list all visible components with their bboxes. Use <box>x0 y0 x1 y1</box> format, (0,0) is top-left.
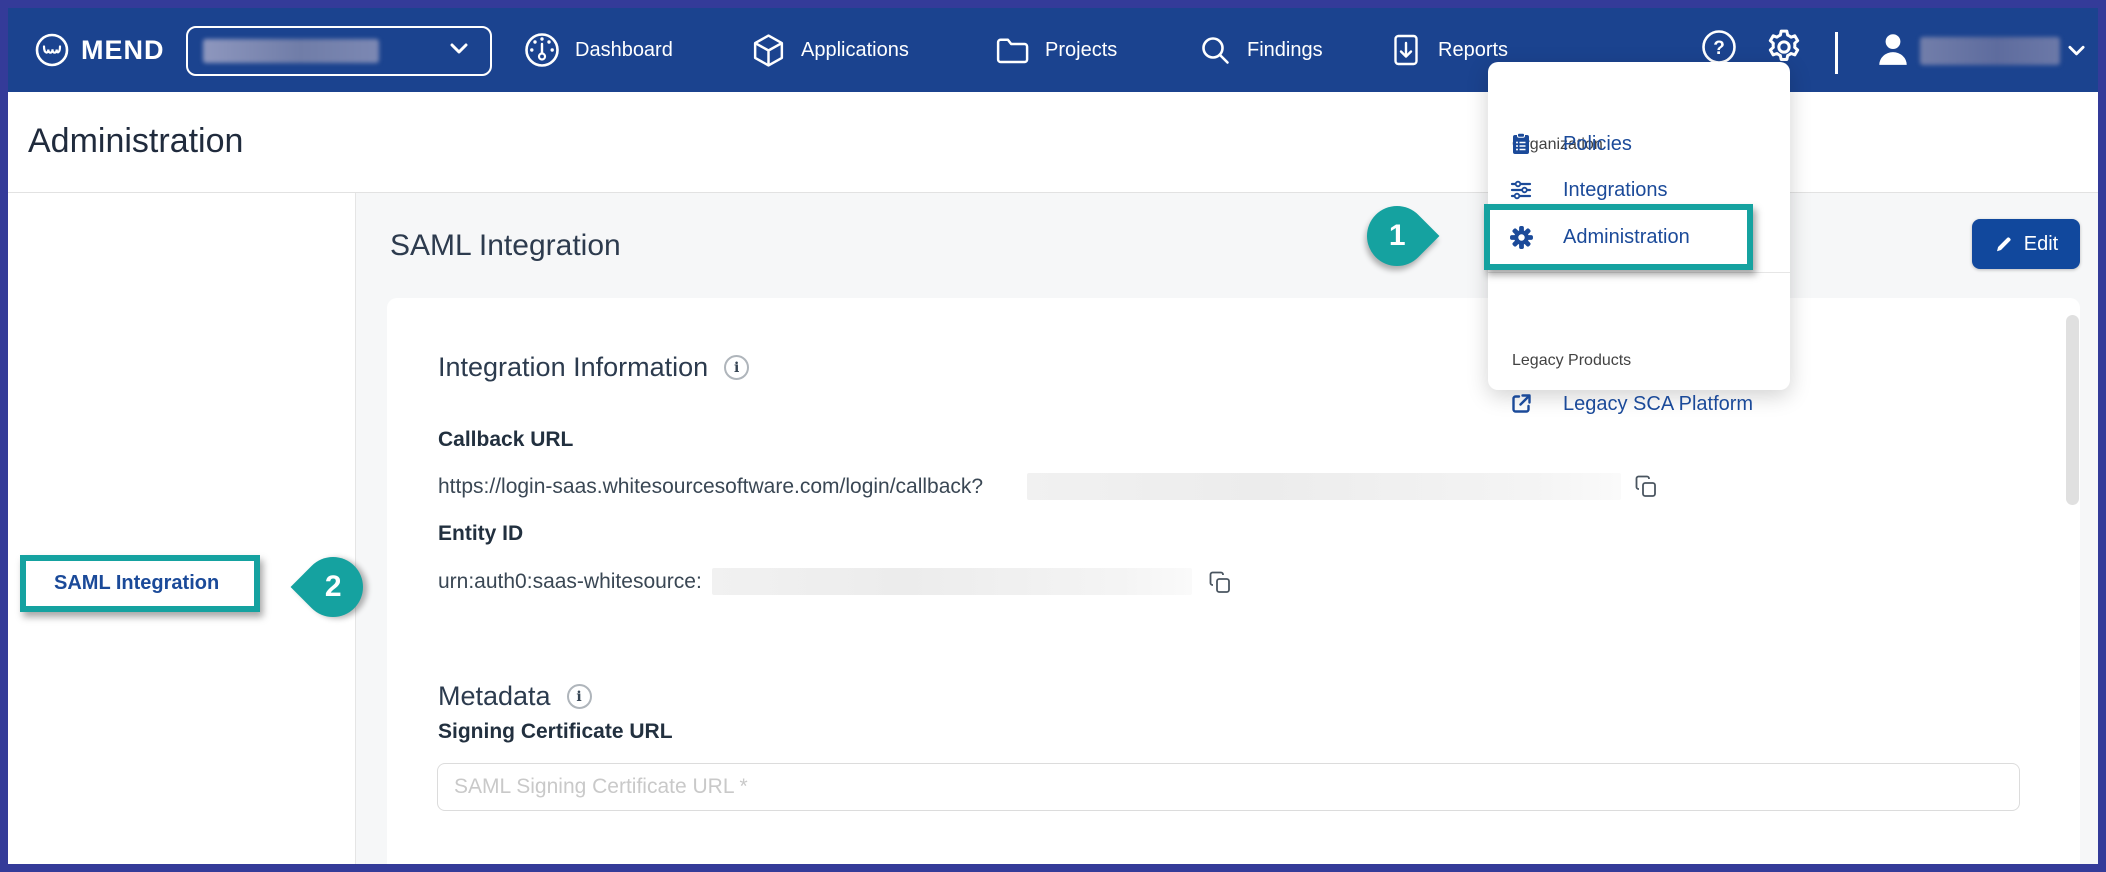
help-icon: ? <box>1700 28 1738 66</box>
signing-certificate-url-input[interactable] <box>437 763 2020 811</box>
nav-label-findings: Findings <box>1247 39 1323 62</box>
nav-item-applications[interactable]: Applications <box>750 29 909 71</box>
info-icon[interactable]: i <box>567 684 592 709</box>
nav-item-dashboard[interactable]: Dashboard <box>523 29 673 71</box>
organization-selector[interactable] <box>186 26 492 76</box>
projects-folder-icon <box>994 32 1031 69</box>
navbar-divider <box>1835 32 1838 74</box>
entity-id-value: urn:auth0:saas-whitesource: <box>438 570 702 594</box>
username-redacted <box>1920 37 2060 65</box>
policies-clipboard-icon <box>1509 132 1533 156</box>
pencil-icon <box>1994 234 2014 254</box>
organization-name-redacted <box>203 39 379 63</box>
nav-label-reports: Reports <box>1438 39 1508 62</box>
info-icon[interactable]: i <box>724 355 749 380</box>
user-chevron-down-icon[interactable] <box>2068 45 2085 57</box>
integration-information-title: Integration Information <box>438 352 708 383</box>
callback-url-redacted <box>1027 473 1621 500</box>
gear-icon <box>1764 27 1804 67</box>
copy-icon[interactable] <box>1634 474 1658 498</box>
menu-item-policies[interactable]: Policies <box>1488 124 1790 164</box>
admin-sidebar <box>8 193 356 864</box>
applications-cube-icon <box>750 32 787 69</box>
brand-name: MEND <box>81 35 165 66</box>
settings-button[interactable] <box>1764 27 1804 67</box>
avatar-icon <box>1874 30 1912 68</box>
sidebar-item-saml-integration[interactable]: SAML Integration <box>26 561 254 606</box>
nav-label-applications: Applications <box>801 39 909 62</box>
callback-url-value: https://login-saas.whitesourcesoftware.c… <box>438 475 983 499</box>
app-window: MEND <box>0 0 2106 872</box>
vertical-scrollbar[interactable] <box>2066 315 2079 505</box>
annotation-box-administration: Administration <box>1484 204 1753 270</box>
svg-text:?: ? <box>1713 38 1725 59</box>
nav-item-findings[interactable]: Findings <box>1197 29 1323 71</box>
integration-information-section-heading: Integration Information i <box>438 352 749 383</box>
page-title: Administration <box>28 122 243 161</box>
nav-item-projects[interactable]: Projects <box>994 29 1117 71</box>
menu-item-legacy-sca-platform[interactable] <box>1488 340 1790 380</box>
integrations-sliders-icon <box>1509 178 1533 202</box>
user-menu[interactable] <box>1874 30 1912 68</box>
menu-label-integrations: Integrations <box>1563 179 1668 202</box>
external-link-icon <box>1509 392 1533 416</box>
saml-integration-heading: SAML Integration <box>390 229 621 263</box>
metadata-title: Metadata <box>438 681 551 712</box>
edit-button-label: Edit <box>2024 233 2058 256</box>
entity-id-redacted <box>712 568 1192 595</box>
entity-id-label: Entity ID <box>438 522 523 546</box>
nav-label-dashboard: Dashboard <box>575 39 673 62</box>
menu-item-administration[interactable]: Administration <box>1490 210 1747 264</box>
signing-certificate-url-label: Signing Certificate URL <box>438 720 673 744</box>
sidebar-label-saml-integration: SAML Integration <box>54 572 219 595</box>
nav-label-projects: Projects <box>1045 39 1117 62</box>
chevron-down-icon <box>450 43 468 55</box>
mend-logo[interactable]: MEND <box>32 30 165 70</box>
copy-icon[interactable] <box>1208 570 1232 594</box>
metadata-section-heading: Metadata i <box>438 681 592 712</box>
annotation-step-number: 2 <box>325 570 342 604</box>
callback-url-label: Callback URL <box>438 428 573 452</box>
menu-label-policies: Policies <box>1563 133 1632 156</box>
menu-divider <box>1488 272 1790 273</box>
annotation-box-saml-integration: SAML Integration <box>20 555 260 612</box>
annotation-step-number: 1 <box>1389 219 1406 253</box>
menu-item-legacy-sca-platform[interactable]: Legacy SCA Platform <box>1488 384 1790 424</box>
menu-label-administration: Administration <box>1563 226 1690 249</box>
mend-logo-icon <box>32 30 72 70</box>
reports-document-icon <box>1388 32 1424 68</box>
menu-label-legacy-sca-platform: Legacy SCA Platform <box>1563 393 1753 416</box>
findings-search-icon <box>1197 32 1233 68</box>
dashboard-icon <box>523 31 561 69</box>
edit-button[interactable]: Edit <box>1972 219 2080 269</box>
help-button[interactable]: ? <box>1700 28 1738 66</box>
administration-gear-icon <box>1509 225 1534 250</box>
